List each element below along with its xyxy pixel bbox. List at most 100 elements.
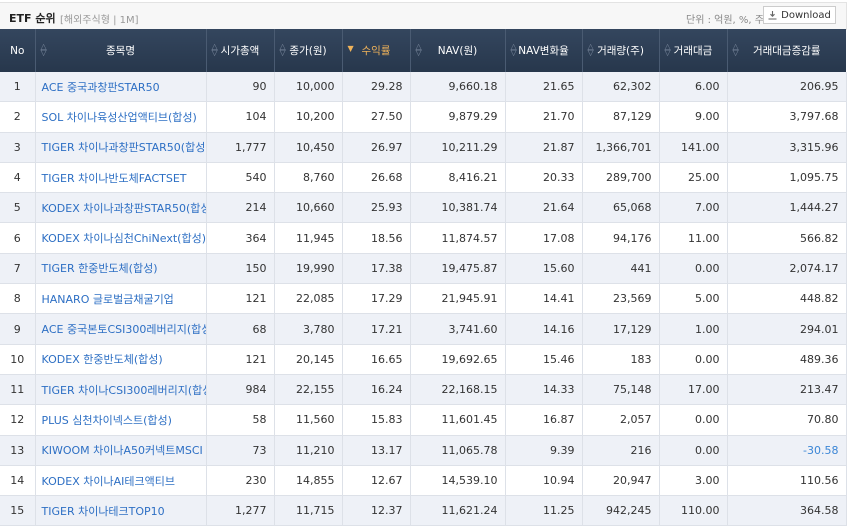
column-header-nav-change[interactable]: △ ▽ NAV변화율 — [504, 29, 582, 72]
cell-name[interactable]: KODEX 한중반도체(합성) — [34, 344, 206, 375]
cell-return: 17.38 — [341, 253, 410, 285]
cell-nav: 14,539.10 — [409, 465, 505, 497]
column-header-label: NAV(원) — [437, 45, 478, 57]
cell-volume: 942,245 — [581, 495, 659, 526]
cell-no: 7 — [0, 253, 35, 285]
cell-nav-change: 21.65 — [504, 72, 582, 103]
sort-icon[interactable]: △ ▽ — [280, 43, 286, 57]
cell-close: 19,990 — [273, 253, 342, 285]
cell-no: 15 — [0, 495, 35, 526]
cell-close: 10,660 — [273, 192, 342, 224]
cell-no: 8 — [0, 283, 35, 315]
sort-icon[interactable]: △ ▽ — [212, 43, 218, 57]
cell-market-cap: 1,777 — [205, 132, 274, 163]
table-row: 6 KODEX 차이나심천ChiNext(합성) 364 11,945 18.56 11,… — [0, 222, 847, 254]
category-subtitle: [해외주식형 | 1M] — [60, 15, 139, 26]
cell-nav: 10,381.74 — [409, 192, 505, 224]
cell-return: 27.50 — [341, 101, 410, 133]
column-header-trade-value-change[interactable]: △ ▽ 거래대금증감률 — [726, 29, 846, 72]
cell-nav: 21,945.91 — [409, 283, 505, 315]
column-header-name[interactable]: △ ▽ 종목명 — [34, 29, 206, 72]
cell-market-cap: 540 — [205, 162, 274, 194]
cell-name[interactable]: KODEX 차이나AI테크액티브 — [34, 465, 206, 497]
cell-name[interactable]: KIWOOM 차이나A50커넥트MSCI — [34, 435, 206, 466]
sort-icon[interactable]: △ ▽ — [511, 43, 517, 57]
cell-name[interactable]: TIGER 차이나과창판STAR50(합성) — [34, 132, 206, 163]
cell-return: 29.28 — [341, 72, 410, 103]
sort-icon[interactable]: △ ▽ — [416, 43, 422, 57]
cell-volume: 94,176 — [581, 222, 659, 254]
cell-close: 8,760 — [273, 162, 342, 194]
column-header-label: 수익률 — [361, 45, 391, 57]
cell-nav-change: 9.39 — [504, 435, 582, 466]
sort-desc-icon[interactable]: ▼ — [348, 45, 354, 53]
cell-name[interactable]: SOL 차이나육성산업액티브(합성) — [34, 101, 206, 133]
sort-icon[interactable]: △ ▽ — [733, 43, 739, 57]
cell-no: 12 — [0, 404, 35, 436]
cell-name[interactable]: PLUS 심천차이넥스트(합성) — [34, 404, 206, 436]
column-header-no: No — [0, 29, 35, 72]
table-row: 5 KODEX 차이나과창판STAR50(합성) 214 10,660 25.93 10,… — [0, 192, 847, 224]
cell-nav: 10,211.29 — [409, 132, 505, 163]
cell-return: 16.65 — [341, 344, 410, 375]
cell-nav: 11,065.78 — [409, 435, 505, 466]
table-row: 2 SOL 차이나육성산업액티브(합성) 104 10,200 27.50 9,879.2… — [0, 101, 847, 133]
download-button[interactable]: Download — [763, 6, 836, 24]
cell-volume: 65,068 — [581, 192, 659, 224]
cell-nav-change: 16.87 — [504, 404, 582, 436]
column-header-return[interactable]: ▼ 수익률 — [341, 29, 410, 72]
cell-name[interactable]: ACE 중국본토CSI300레버리지(합성) — [34, 313, 206, 345]
column-header-close[interactable]: △ ▽ 종가(원) — [273, 29, 342, 72]
cell-trade-value: 0.00 — [658, 404, 727, 436]
cell-name[interactable]: TIGER 차이나테크TOP10 — [34, 495, 206, 526]
cell-trade-value: 17.00 — [658, 374, 727, 406]
cell-close: 11,210 — [273, 435, 342, 466]
cell-no: 3 — [0, 132, 35, 163]
cell-return: 12.67 — [341, 465, 410, 497]
cell-close: 11,945 — [273, 222, 342, 254]
column-header-trade-value[interactable]: △ ▽ 거래대금 — [658, 29, 727, 72]
cell-nav-change: 14.41 — [504, 283, 582, 315]
cell-nav-change: 21.87 — [504, 132, 582, 163]
cell-return: 17.29 — [341, 283, 410, 315]
column-header-volume[interactable]: △ ▽ 거래량(주) — [581, 29, 659, 72]
cell-trade-value-change: 110.56 — [726, 465, 847, 497]
cell-name[interactable]: TIGER 한중반도체(합성) — [34, 253, 206, 285]
cell-nav: 9,879.29 — [409, 101, 505, 133]
cell-name[interactable]: TIGER 차이나CSI300레버리지(합성) — [34, 374, 206, 406]
column-header-label: 종목명 — [106, 45, 135, 57]
cell-name[interactable]: KODEX 차이나과창판STAR50(합성) — [34, 192, 206, 224]
cell-market-cap: 230 — [205, 465, 274, 497]
cell-market-cap: 121 — [205, 283, 274, 315]
cell-market-cap: 150 — [205, 253, 274, 285]
cell-name[interactable]: HANARO 글로벌금채굴기업 — [34, 283, 206, 315]
cell-nav: 3,741.60 — [409, 313, 505, 345]
cell-trade-value-change: -30.58 — [726, 435, 847, 466]
sort-icon[interactable]: △ ▽ — [41, 43, 47, 57]
cell-trade-value-change: 1,444.27 — [726, 192, 847, 224]
cell-close: 3,780 — [273, 313, 342, 345]
cell-nav: 11,874.57 — [409, 222, 505, 254]
table-row: 12 PLUS 심천차이넥스트(합성) 58 11,560 15.83 11,601.45… — [0, 404, 847, 436]
cell-market-cap: 73 — [205, 435, 274, 466]
cell-market-cap: 104 — [205, 101, 274, 133]
cell-return: 26.97 — [341, 132, 410, 163]
cell-close: 14,855 — [273, 465, 342, 497]
cell-volume: 20,947 — [581, 465, 659, 497]
cell-name[interactable]: KODEX 차이나심천ChiNext(합성) — [34, 222, 206, 254]
cell-trade-value-change: 213.47 — [726, 374, 847, 406]
cell-trade-value-change: 70.80 — [726, 404, 847, 436]
column-header-market-cap[interactable]: △ ▽ 시가총액 — [205, 29, 274, 72]
cell-market-cap: 68 — [205, 313, 274, 345]
cell-name[interactable]: ACE 중국과창판STAR50 — [34, 72, 206, 103]
cell-market-cap: 58 — [205, 404, 274, 436]
cell-trade-value-change: 566.82 — [726, 222, 847, 254]
cell-close: 10,450 — [273, 132, 342, 163]
sort-icon[interactable]: △ ▽ — [588, 43, 594, 57]
column-header-nav[interactable]: △ ▽ NAV(원) — [409, 29, 505, 72]
sort-icon[interactable]: △ ▽ — [665, 43, 671, 57]
cell-name[interactable]: TIGER 차이나반도체FACTSET — [34, 162, 206, 194]
cell-volume: 216 — [581, 435, 659, 466]
cell-return: 26.68 — [341, 162, 410, 194]
table-row: 15 TIGER 차이나테크TOP10 1,277 11,715 12.37 11,621… — [0, 495, 847, 526]
